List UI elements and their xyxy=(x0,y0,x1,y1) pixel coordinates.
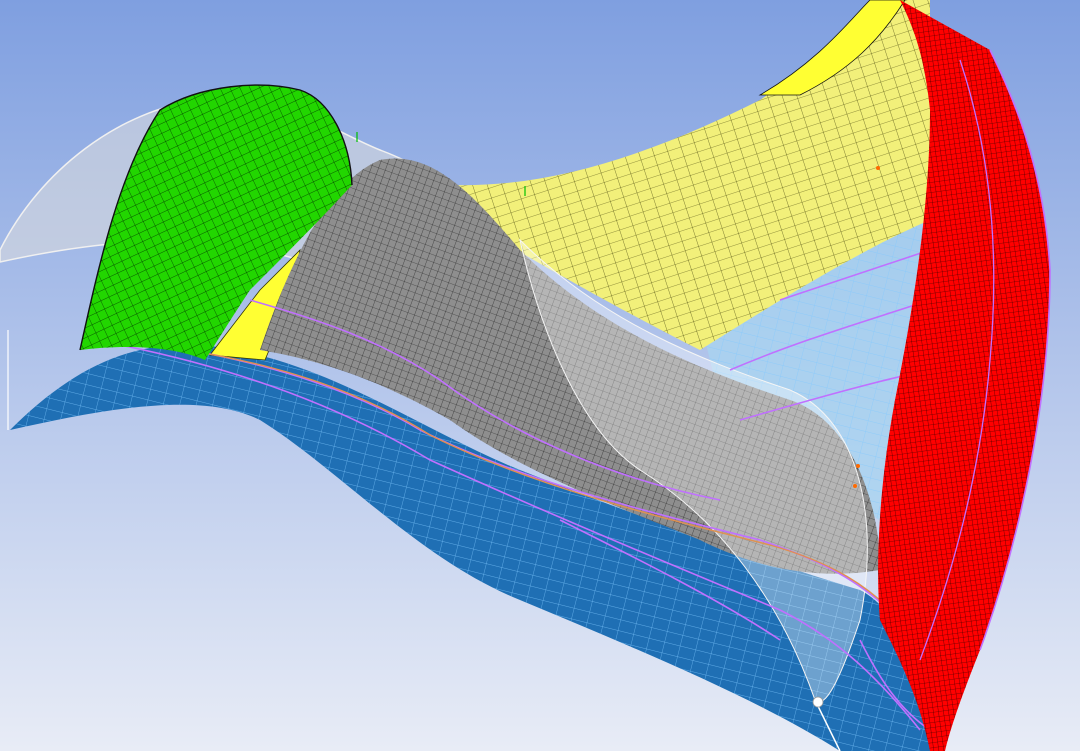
graphics-viewport[interactable] xyxy=(0,0,1080,751)
mesh-scene[interactable] xyxy=(0,0,1080,751)
vertex-marker xyxy=(812,696,824,708)
